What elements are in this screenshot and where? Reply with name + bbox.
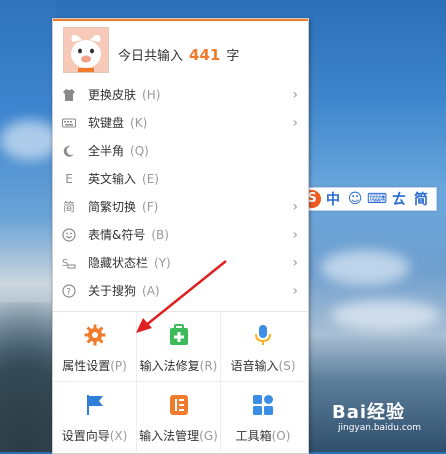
watermark-brand: Bai经验: [332, 402, 406, 423]
menu-item-shortcut: (K): [130, 116, 148, 130]
menu-item-label: 隐藏状态栏: [88, 256, 149, 270]
menu-item-shortcut: (Q): [130, 144, 149, 158]
tile-label: 输入法管理: [139, 429, 200, 443]
menu-item-full-half-width[interactable]: 全半角 (Q): [53, 137, 308, 165]
simplified-char-icon: 简: [62, 200, 75, 214]
chevron-right-icon: ›: [292, 87, 298, 103]
chevron-right-icon: ›: [292, 283, 298, 299]
menu-item-emoji-symbols[interactable]: 表情&符号 (B) ›: [53, 221, 308, 249]
quick-tools-grid: 属性设置(P) 输入法修复(R) 语音输入(S) 设置向导(X) 输入法管理(G…: [53, 311, 308, 454]
chevron-right-icon: ›: [292, 227, 298, 243]
tile-setup-wizard[interactable]: 设置向导(X): [53, 382, 137, 452]
gear-icon: [84, 324, 106, 346]
tile-shortcut: (R): [199, 359, 218, 373]
tile-label: 工具箱: [235, 429, 272, 443]
menu-item-about-sogou[interactable]: ? 关于搜狗 (A) ›: [53, 277, 308, 305]
menu-item-shortcut: (B): [151, 228, 169, 242]
punctuation-icon[interactable]: ㄊ: [389, 188, 409, 210]
question-icon: ?: [62, 284, 76, 298]
menu-item-shortcut: (H): [142, 88, 161, 102]
tile-repair[interactable]: 输入法修复(R): [137, 312, 221, 382]
menu-item-change-skin[interactable]: 更换皮肤 (H) ›: [53, 81, 308, 109]
today-count: 441: [189, 46, 221, 64]
chevron-right-icon: ›: [292, 199, 298, 215]
tile-voice-input[interactable]: 语音输入(S): [221, 312, 305, 382]
menu-item-label: 全半角: [88, 144, 125, 158]
svg-text:?: ?: [66, 288, 71, 298]
smiley-icon: [62, 228, 76, 242]
menu-item-shortcut: (E): [142, 172, 159, 186]
tile-shortcut: (X): [109, 429, 128, 443]
menu-item-soft-keyboard[interactable]: 软键盘 (K) ›: [53, 109, 308, 137]
today-unit: 字: [226, 49, 240, 64]
menu-item-label: 关于搜狗: [88, 284, 137, 298]
medkit-icon: [170, 324, 188, 345]
desktop-cloud: [320, 250, 410, 285]
menu-item-shortcut: (A): [142, 284, 160, 298]
menu-item-label: 英文输入: [88, 172, 137, 186]
grid-tools-icon: [253, 395, 273, 415]
tile-shortcut: (G): [199, 429, 218, 443]
keyboard-icon[interactable]: ⌨: [367, 188, 387, 210]
menu-header: 今日共输入 441 字: [53, 21, 308, 81]
tile-toolbox[interactable]: 工具箱(O): [221, 382, 305, 452]
tile-shortcut: (S): [278, 359, 296, 373]
menu-item-label: 简繁切换: [88, 200, 137, 214]
desktop-cloud: [0, 120, 60, 160]
tile-shortcut: (P): [110, 359, 127, 373]
menu-list: 更换皮肤 (H) › 软键盘 (K) › 全半角 (Q) E 英文输入 (E) 简 简繁…: [53, 81, 308, 305]
list-manage-icon: [170, 395, 188, 415]
hide-statusbar-icon: S: [62, 256, 76, 270]
menu-item-shortcut: (F): [142, 200, 159, 214]
menu-item-simplified-traditional[interactable]: 简 简繁切换 (F) ›: [53, 193, 308, 221]
tile-label: 设置向导: [61, 429, 110, 443]
moon-icon: [62, 144, 76, 158]
menu-item-hide-statusbar[interactable]: S 隐藏状态栏 (Y) ›: [53, 249, 308, 277]
ime-context-menu: 今日共输入 441 字 更换皮肤 (H) › 软键盘 (K) › 全半角 (Q) E 英文…: [52, 18, 309, 454]
smiley-icon[interactable]: ☺: [345, 188, 365, 210]
menu-item-english-input[interactable]: E 英文输入 (E): [53, 165, 308, 193]
chinese-mode-toggle[interactable]: 中: [323, 188, 343, 210]
menu-item-label: 更换皮肤: [88, 88, 137, 102]
chevron-right-icon: ›: [292, 255, 298, 271]
microphone-icon: [255, 325, 271, 345]
simplified-mode-toggle[interactable]: 简: [411, 188, 431, 210]
svg-text:S: S: [62, 258, 68, 269]
menu-item-label: 表情&符号: [88, 228, 146, 242]
desktop-cloud: [330, 300, 440, 330]
flag-icon: [87, 395, 103, 415]
keyboard-icon: [62, 116, 76, 130]
tile-label: 输入法修复: [139, 359, 200, 373]
baidu-watermark: Bai经验 jingyan.baidu.com: [332, 398, 442, 438]
watermark-site: jingyan.baidu.com: [338, 423, 422, 433]
tile-shortcut: (O): [271, 429, 291, 443]
today-input-summary: 今日共输入 441 字: [118, 45, 239, 64]
avatar[interactable]: [63, 27, 109, 73]
tile-label: 属性设置: [62, 359, 111, 373]
tile-label: 语音输入: [230, 359, 279, 373]
menu-item-label: 软键盘: [88, 116, 125, 130]
ime-status-bar[interactable]: S 中 ☺ ⌨ ㄊ 简: [300, 187, 437, 211]
chevron-right-icon: ›: [292, 115, 298, 131]
today-label: 今日共输入: [118, 49, 184, 64]
letter-e-icon: E: [65, 172, 73, 186]
tile-ime-management[interactable]: 输入法管理(G): [137, 382, 221, 452]
shirt-icon: [62, 88, 76, 102]
tile-properties[interactable]: 属性设置(P): [53, 312, 137, 382]
menu-item-shortcut: (Y): [154, 256, 171, 270]
